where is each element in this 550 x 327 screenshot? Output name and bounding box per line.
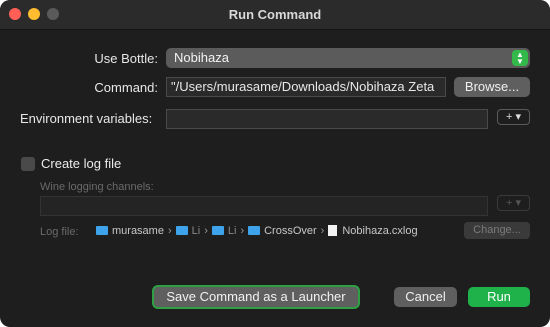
path-separator: ›	[320, 225, 325, 238]
add-env-var-button[interactable]: + ▾	[497, 109, 530, 125]
path-separator: ›	[204, 225, 208, 238]
folder-icon	[96, 225, 108, 235]
create-log-checkbox[interactable]	[21, 157, 35, 171]
bottle-label: Use Bottle:	[94, 51, 158, 66]
run-command-dialog: Run Command Use Bottle: Nobihaza ▲ ▼ Comm…	[0, 0, 550, 327]
create-log-label[interactable]: Create log file	[41, 156, 121, 171]
env-vars-label: Environment variables:	[20, 111, 153, 126]
change-log-file-button[interactable]: Change...	[464, 222, 530, 239]
command-field[interactable]: "/Users/murasame/Downloads/Nobihaza Zeta	[166, 77, 446, 97]
add-wine-channel-button[interactable]: + ▾	[497, 195, 530, 211]
folder-icon	[248, 225, 261, 235]
path-segment-library-2: Li	[227, 225, 237, 238]
log-file-label: Log file:	[40, 226, 79, 238]
cancel-button[interactable]: Cancel	[394, 287, 457, 307]
path-segment-user: murasame	[112, 225, 164, 238]
folder-icon	[175, 225, 188, 235]
path-file-name: Nobihaza.cxlog	[342, 225, 418, 238]
bottle-select-value: Nobihaza	[174, 50, 229, 65]
path-separator: ›	[167, 225, 172, 238]
run-button[interactable]: Run	[468, 287, 530, 307]
browse-button[interactable]: Browse...	[454, 77, 530, 97]
title-bar: Run Command	[0, 0, 550, 30]
env-vars-field[interactable]	[166, 109, 488, 129]
bottle-select[interactable]: Nobihaza ▲ ▼	[166, 48, 530, 68]
log-file-path: murasame › Li › Li › CrossOver › Nobihaza.cxlog	[96, 224, 418, 238]
path-segment-library: Li	[191, 225, 201, 238]
wine-channels-label: Wine logging channels:	[40, 181, 154, 193]
window-title: Run Command	[228, 7, 322, 22]
wine-channels-field[interactable]	[40, 196, 488, 216]
path-segment-crossover: CrossOver	[264, 225, 317, 238]
save-as-launcher-button[interactable]: Save Command as a Launcher	[152, 285, 360, 309]
path-separator: ›	[240, 225, 245, 238]
chevron-updown-icon: ▲ ▼	[512, 50, 528, 66]
folder-icon	[211, 225, 224, 235]
file-icon	[328, 224, 338, 236]
command-label: Command:	[94, 80, 158, 95]
